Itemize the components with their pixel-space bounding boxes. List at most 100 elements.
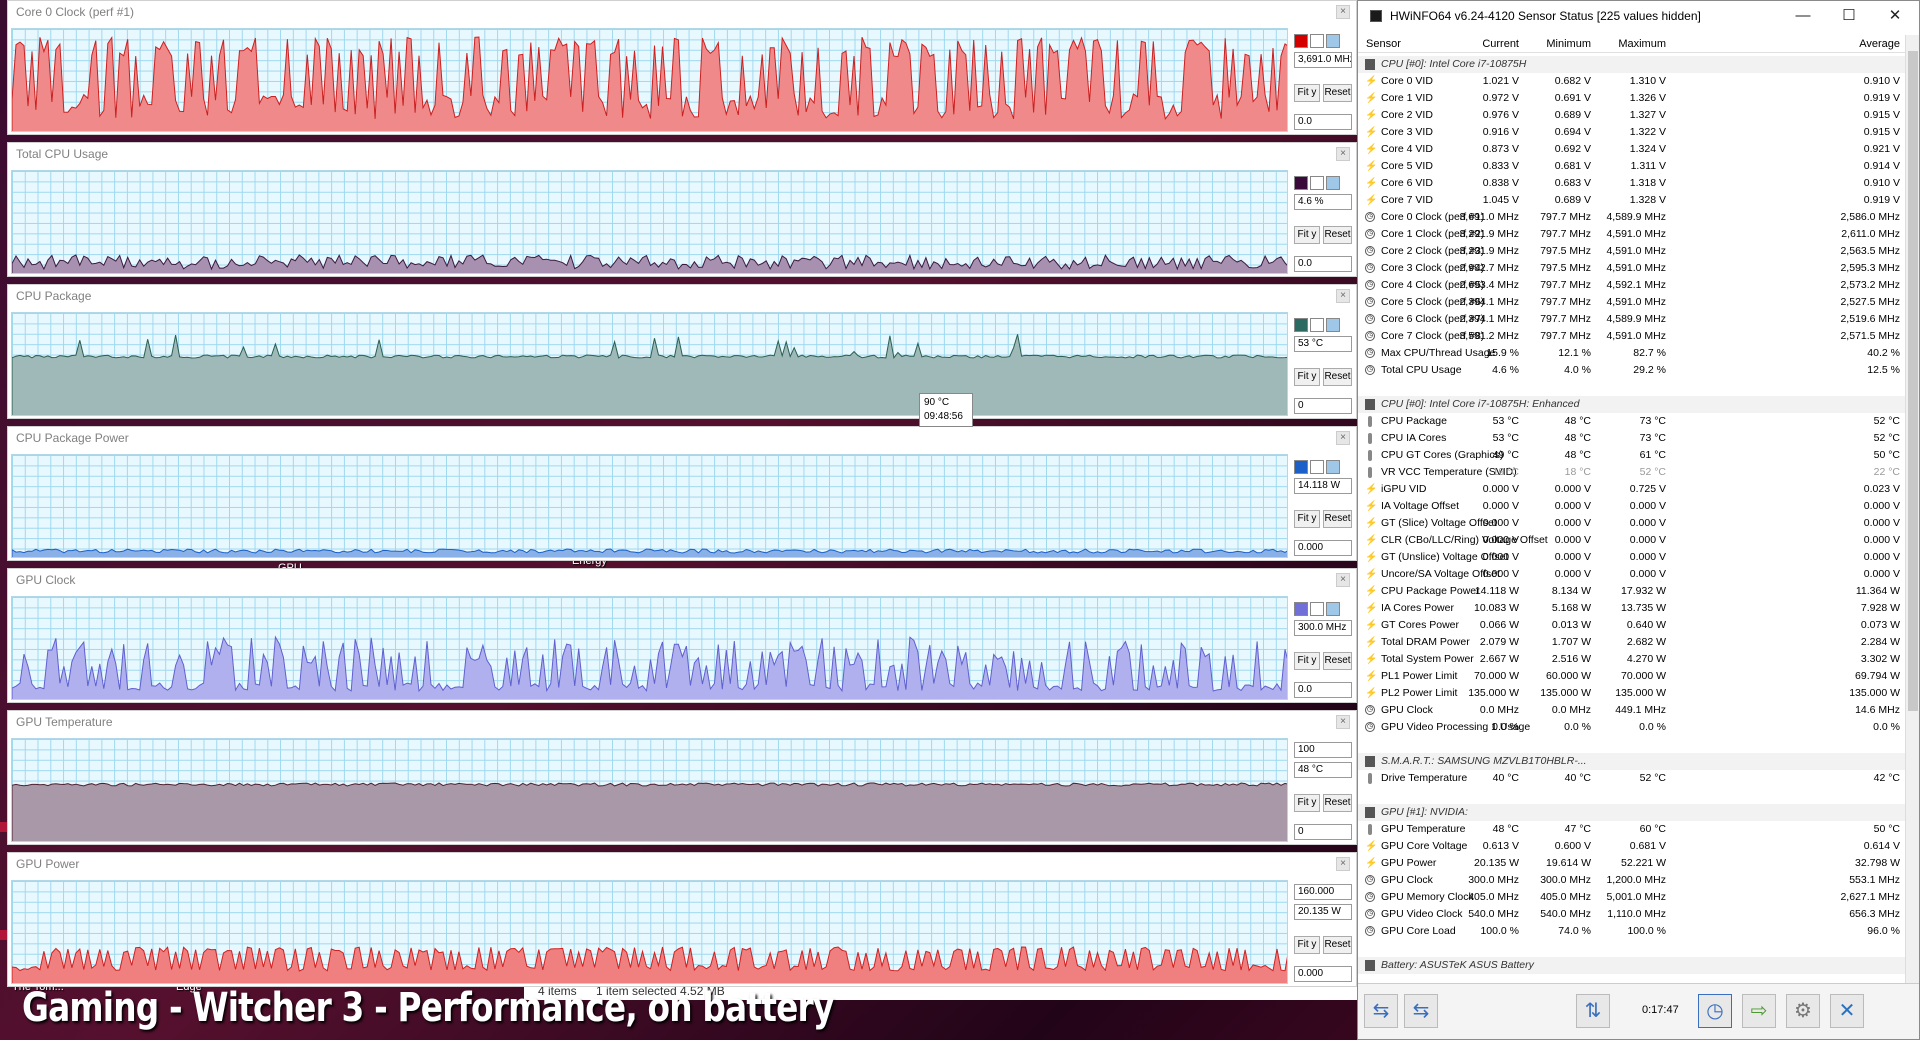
graph-color-swatches[interactable] xyxy=(1294,602,1352,616)
reset-button[interactable]: Reset xyxy=(1323,368,1352,386)
fit-y-button[interactable]: Fit y xyxy=(1294,226,1320,244)
sensor-row[interactable]: ⚡ CLR (CBo/LLC/Ring) Voltage Offset 0.00… xyxy=(1358,532,1906,549)
sensor-scrollbar[interactable] xyxy=(1905,35,1919,983)
reset-button[interactable]: Reset xyxy=(1323,510,1352,528)
sensor-row[interactable]: ⚡ Core 1 VID 0.972 V 0.691 V 1.326 V 0.9… xyxy=(1358,90,1906,107)
sensor-row[interactable]: ⚡ Core 4 VID 0.873 V 0.692 V 1.324 V 0.9… xyxy=(1358,141,1906,158)
graph-color-swatches[interactable] xyxy=(1294,176,1352,190)
reset-button[interactable]: Reset xyxy=(1323,936,1352,954)
line-color-swatch[interactable] xyxy=(1294,318,1308,332)
sensor-row[interactable]: ⚡ PL2 Power Limit 135.000 W 135.000 W 13… xyxy=(1358,685,1906,702)
graph-close-icon[interactable]: × xyxy=(1336,289,1350,303)
sensor-row[interactable]: ◷ Core 7 Clock (perf #8) 3,591.2 MHz 797… xyxy=(1358,328,1906,345)
maximize-button[interactable]: ☐ xyxy=(1826,1,1872,31)
close-window-button[interactable]: ✕ xyxy=(1872,1,1918,31)
sensor-row[interactable]: ⚡ Total DRAM Power 2.079 W 1.707 W 2.682… xyxy=(1358,634,1906,651)
fit-y-button[interactable]: Fit y xyxy=(1294,368,1320,386)
sensor-row[interactable]: ⚡ GT Cores Power 0.066 W 0.013 W 0.640 W… xyxy=(1358,617,1906,634)
graph-min-value[interactable]: 0.0 xyxy=(1294,682,1352,698)
settings-icon[interactable]: ⚙ xyxy=(1786,994,1820,1028)
sensor-row[interactable]: ◷ Core 2 Clock (perf #3) 3,291.9 MHz 797… xyxy=(1358,243,1906,260)
graph-color-swatches[interactable] xyxy=(1294,318,1352,332)
fit-y-button[interactable]: Fit y xyxy=(1294,794,1320,812)
graph-close-icon[interactable]: × xyxy=(1336,573,1350,587)
nav-left-icon[interactable]: ⇆ xyxy=(1364,994,1398,1028)
sensor-row[interactable]: ⚡ Core 6 VID 0.838 V 0.683 V 1.318 V 0.9… xyxy=(1358,175,1906,192)
sensor-row[interactable]: Drive Temperature 40 °C 40 °C 52 °C 42 °… xyxy=(1358,770,1906,787)
fill-color-swatch[interactable] xyxy=(1326,602,1340,616)
graph-close-icon[interactable]: × xyxy=(1336,431,1350,445)
network-icon[interactable]: ⇅ xyxy=(1576,994,1610,1028)
graph-close-icon[interactable]: × xyxy=(1336,5,1350,19)
fit-y-button[interactable]: Fit y xyxy=(1294,652,1320,670)
scrollbar-thumb[interactable] xyxy=(1908,51,1918,711)
sensor-row[interactable]: ◷ GPU Clock 300.0 MHz 300.0 MHz 1,200.0 … xyxy=(1358,872,1906,889)
sensor-row[interactable]: ⚡ Core 2 VID 0.976 V 0.689 V 1.327 V 0.9… xyxy=(1358,107,1906,124)
graph-min-value[interactable]: 0 xyxy=(1294,398,1352,414)
graph-plot[interactable] xyxy=(11,596,1288,700)
column-minimum[interactable]: Minimum xyxy=(1546,35,1591,53)
sensor-row[interactable]: CPU IA Cores 53 °C 48 °C 73 °C 52 °C xyxy=(1358,430,1906,447)
sensor-group-header[interactable]: CPU [#0]: Intel Core i7-10875H: Enhanced xyxy=(1358,396,1906,413)
sensor-row[interactable]: ⚡ Core 5 VID 0.833 V 0.681 V 1.311 V 0.9… xyxy=(1358,158,1906,175)
graph-plot[interactable] xyxy=(11,880,1288,984)
clock-icon[interactable]: ◷ xyxy=(1698,994,1732,1028)
sensor-row[interactable]: ⚡ PL1 Power Limit 70.000 W 60.000 W 70.0… xyxy=(1358,668,1906,685)
sensor-row[interactable]: ⚡ IA Voltage Offset 0.000 V 0.000 V 0.00… xyxy=(1358,498,1906,515)
fill-color-swatch[interactable] xyxy=(1326,318,1340,332)
sensor-row[interactable]: ⚡ GPU Power 20.135 W 19.614 W 52.221 W 3… xyxy=(1358,855,1906,872)
minimize-button[interactable]: — xyxy=(1780,1,1826,31)
line-color-swatch[interactable] xyxy=(1294,602,1308,616)
sensor-group-header[interactable]: CPU [#0]: Intel Core i7-10875H xyxy=(1358,56,1906,73)
graph-max-value[interactable]: 160.000 xyxy=(1294,884,1352,900)
line-color-swatch[interactable] xyxy=(1294,34,1308,48)
close-icon[interactable]: ✕ xyxy=(1830,994,1864,1028)
graph-min-value[interactable]: 0.0 xyxy=(1294,256,1352,272)
graph-plot[interactable] xyxy=(11,454,1288,558)
column-average[interactable]: Average xyxy=(1859,35,1900,53)
sensor-row[interactable]: ⚡ Core 7 VID 1.045 V 0.689 V 1.328 V 0.9… xyxy=(1358,192,1906,209)
sensor-row[interactable]: ◷ GPU Clock 0.0 MHz 0.0 MHz 449.1 MHz 14… xyxy=(1358,702,1906,719)
fit-y-button[interactable]: Fit y xyxy=(1294,510,1320,528)
fit-y-button[interactable]: Fit y xyxy=(1294,84,1320,102)
sensor-row[interactable]: ⚡ iGPU VID 0.000 V 0.000 V 0.725 V 0.023… xyxy=(1358,481,1906,498)
sensor-row[interactable]: ◷ GPU Memory Clock 405.0 MHz 405.0 MHz 5… xyxy=(1358,889,1906,906)
sensor-row[interactable]: ◷ GPU Core Load 100.0 % 74.0 % 100.0 % 9… xyxy=(1358,923,1906,940)
export-icon[interactable]: ⇨ xyxy=(1742,994,1776,1028)
line-color-swatch[interactable] xyxy=(1294,176,1308,190)
mid-color-swatch[interactable] xyxy=(1310,34,1324,48)
graph-max-value[interactable]: 100 xyxy=(1294,742,1352,758)
sensor-group-header[interactable]: S.M.A.R.T.: SAMSUNG MZVLB1T0HBLR-... xyxy=(1358,753,1906,770)
graph-plot[interactable] xyxy=(11,28,1288,132)
column-maximum[interactable]: Maximum xyxy=(1618,35,1666,53)
sensor-row[interactable]: ⚡ Core 3 VID 0.916 V 0.694 V 1.322 V 0.9… xyxy=(1358,124,1906,141)
sensor-row[interactable]: ◷ Core 4 Clock (perf #5) 2,693.4 MHz 797… xyxy=(1358,277,1906,294)
reset-button[interactable]: Reset xyxy=(1323,652,1352,670)
sensor-row[interactable]: ⚡ Total System Power 2.667 W 2.516 W 4.2… xyxy=(1358,651,1906,668)
mid-color-swatch[interactable] xyxy=(1310,176,1324,190)
reset-button[interactable]: Reset xyxy=(1323,794,1352,812)
sensor-row[interactable]: ◷ Core 1 Clock (perf #2) 3,291.9 MHz 797… xyxy=(1358,226,1906,243)
fill-color-swatch[interactable] xyxy=(1326,34,1340,48)
fit-y-button[interactable]: Fit y xyxy=(1294,936,1320,954)
reset-button[interactable]: Reset xyxy=(1323,84,1352,102)
sensor-row[interactable]: ◷ Core 5 Clock (perf #6) 2,394.1 MHz 797… xyxy=(1358,294,1906,311)
graph-plot[interactable] xyxy=(11,312,1288,416)
graph-min-value[interactable]: 0 xyxy=(1294,824,1352,840)
graph-close-icon[interactable]: × xyxy=(1336,857,1350,871)
graph-plot[interactable] xyxy=(11,170,1288,274)
sensor-row[interactable]: ⚡ GT (Unslice) Voltage Offset 0.000 V 0.… xyxy=(1358,549,1906,566)
hwinfo-titlebar[interactable]: HWiNFO64 v6.24-4120 Sensor Status [225 v… xyxy=(1358,1,1919,31)
sensor-group-header[interactable]: GPU [#1]: NVIDIA: xyxy=(1358,804,1906,821)
sensor-row[interactable]: ◷ Max CPU/Thread Usage 15.9 % 12.1 % 82.… xyxy=(1358,345,1906,362)
graph-min-value[interactable]: 0.000 xyxy=(1294,540,1352,556)
sensor-row[interactable]: ⚡ IA Cores Power 10.083 W 5.168 W 13.735… xyxy=(1358,600,1906,617)
sensor-row[interactable]: ◷ GPU Video Clock 540.0 MHz 540.0 MHz 1,… xyxy=(1358,906,1906,923)
sensor-row[interactable]: ◷ Core 6 Clock (perf #7) 2,394.1 MHz 797… xyxy=(1358,311,1906,328)
fill-color-swatch[interactable] xyxy=(1326,176,1340,190)
sensor-row[interactable]: CPU Package 53 °C 48 °C 73 °C 52 °C xyxy=(1358,413,1906,430)
sensor-row[interactable]: ⚡ Uncore/SA Voltage Offset 0.000 V 0.000… xyxy=(1358,566,1906,583)
sensor-row[interactable]: ⚡ GPU Core Voltage 0.613 V 0.600 V 0.681… xyxy=(1358,838,1906,855)
sensor-row[interactable]: GPU Temperature 48 °C 47 °C 60 °C 50 °C xyxy=(1358,821,1906,838)
sensor-row[interactable]: ⚡ CPU Package Power 14.118 W 8.134 W 17.… xyxy=(1358,583,1906,600)
